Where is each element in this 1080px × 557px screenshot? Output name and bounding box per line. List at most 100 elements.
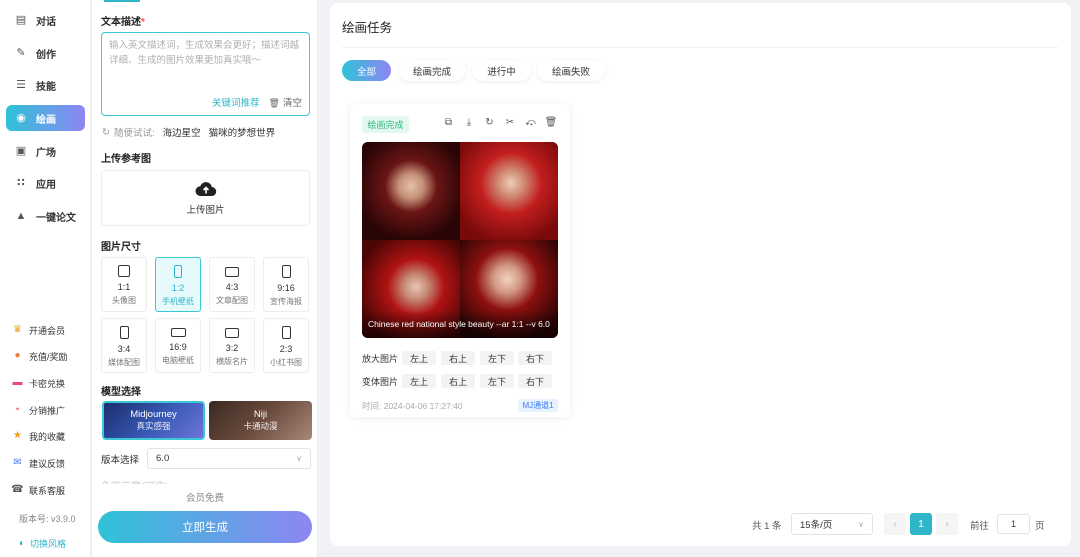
nav-item-square[interactable]: ▣ 广场 (6, 138, 85, 164)
clear-button[interactable]: 🗑 清空 (269, 96, 302, 111)
share-network-icon: ⋆ (14, 404, 21, 415)
variation-bottom-right-button[interactable]: 右下 (518, 374, 552, 388)
scissors-icon[interactable]: ✂ (504, 116, 517, 129)
size-ratio: 16:9 (169, 342, 187, 352)
crown-icon: ♛ (13, 324, 22, 335)
size-option-16-9[interactable]: 16:9 电脑壁纸 (155, 318, 201, 373)
nav-item-paper[interactable]: ▲ 一键论文 (6, 203, 85, 229)
copy-icon[interactable]: ⧉ (442, 116, 455, 129)
chevron-left-icon: ‹ (893, 518, 897, 530)
ratio-shape-icon (174, 265, 182, 278)
size-name: 宣传海报 (270, 297, 302, 306)
ratio-shape-icon (170, 328, 186, 337)
size-option-1-1[interactable]: 1:1 头像图 (101, 257, 147, 312)
size-option-2-3[interactable]: 2:3 小红书图 (263, 318, 309, 373)
upload-area[interactable]: 上传图片 (101, 170, 310, 226)
try-row: ↻ 随便试试: 海边星空 猫咪的梦想世界 (102, 125, 276, 140)
bottom-item-card[interactable]: ▬ 卡密兑换 (12, 375, 66, 391)
model-name: Midjourney (130, 409, 177, 420)
tab-failed[interactable]: 绘画失败 (537, 60, 605, 81)
model-option-niji[interactable]: Niji 卡通动漫 (209, 401, 312, 440)
size-name: 电脑壁纸 (162, 356, 194, 365)
nav-item-chat[interactable]: ▤ 对话 (6, 7, 85, 33)
main-content: 绘画任务 全部 绘画完成 进行中 绘画失败 绘画完成 ⧉ ⤓ ↻ ✂ ⤽ 🗑 C… (330, 3, 1071, 546)
model-option-midjourney[interactable]: Midjourney 真实感强 (102, 401, 205, 440)
prompt-textarea[interactable]: 输入英文描述词，生成效果会更好；描述词越详细、生成的图片效果更加真实哦～ 关键词… (101, 32, 310, 116)
version-label: 版本号: v3.9.0 (19, 514, 76, 524)
bottom-label: 分销推广 (29, 405, 66, 416)
ratio-shape-icon (225, 328, 239, 338)
tab-all[interactable]: 全部 (342, 60, 391, 81)
upscale-bottom-right-button[interactable]: 右下 (518, 351, 552, 365)
download-icon[interactable]: ⤓ (463, 116, 476, 129)
try-example[interactable]: 猫咪的梦想世界 (209, 125, 276, 139)
bottom-label: 充值/奖励 (29, 351, 68, 362)
prev-page-button[interactable]: ‹ (884, 513, 906, 535)
status-badge: 绘画完成 (362, 116, 409, 133)
theme-toggle[interactable]: ◐ 切换风格 (19, 537, 66, 550)
keyword-recommend-button[interactable]: 关键词推荐 (212, 96, 260, 111)
ratio-shape-icon (118, 265, 130, 277)
generated-image[interactable]: Chinese red national style beauty --ar 1… (362, 142, 558, 338)
theme-icon: ◐ (19, 538, 26, 549)
variation-top-right-button[interactable]: 右上 (441, 374, 475, 388)
bottom-item-recharge[interactable]: ● 充值/奖励 (12, 348, 68, 364)
size-option-9-16[interactable]: 9:16 宣传海报 (263, 257, 309, 312)
variation-bottom-left-button[interactable]: 左下 (480, 374, 514, 388)
scroll-tab-indicator (104, 0, 140, 2)
bottom-label: 卡密兑换 (29, 378, 66, 389)
member-free-label: 会员免费 (185, 493, 224, 504)
model-title: 模型选择 (101, 387, 141, 398)
generate-button[interactable]: 立即生成 (98, 511, 312, 543)
card-actions: ⧉ ⤓ ↻ ✂ ⤽ 🗑 (442, 116, 565, 129)
bottom-item-distribution[interactable]: ⋆ 分销推广 (12, 402, 65, 418)
size-option-1-2[interactable]: 1:2 手机壁纸 (155, 257, 201, 312)
skill-list-icon: ☰ (16, 78, 26, 91)
upscale-bottom-left-button[interactable]: 左下 (480, 351, 514, 365)
desc-title: 文本描述* (101, 13, 145, 28)
size-option-4-3[interactable]: 4:3 文章配图 (209, 257, 255, 312)
cloud-upload-icon (194, 182, 216, 197)
nav-item-apps[interactable]: ∷ 应用 (6, 170, 85, 196)
pen-icon: ✎ (16, 46, 26, 59)
bottom-label: 联系客服 (29, 485, 66, 496)
variation-top-left-button[interactable]: 左上 (402, 374, 436, 388)
ratio-shape-icon (119, 326, 129, 339)
prompt-placeholder: 输入英文描述词，生成效果会更好；描述词越详细、生成的图片效果更加真实哦～ (109, 40, 300, 66)
next-page-button[interactable]: › (936, 513, 958, 535)
page-title: 绘画任务 (342, 21, 393, 35)
upscale-top-right-button[interactable]: 右上 (441, 351, 475, 365)
share-icon[interactable]: ⤽ (524, 116, 537, 129)
bottom-item-feedback[interactable]: ✉ 建议反馈 (12, 455, 65, 471)
task-time: 时间: 2024-04-06 17:27:40 (362, 401, 463, 411)
tab-in-progress[interactable]: 进行中 (472, 60, 531, 81)
version-select[interactable]: 6.0 ∨ (147, 448, 312, 469)
page-size-select[interactable]: 15条/页 ∨ (791, 513, 873, 535)
nav-item-create[interactable]: ✎ 创作 (6, 40, 85, 66)
required-mark: * (141, 17, 145, 28)
bottom-item-favorites[interactable]: ★ 我的收藏 (12, 428, 65, 444)
ratio-shape-icon (281, 326, 291, 339)
trash-icon[interactable]: 🗑 (545, 116, 558, 129)
try-example[interactable]: 海边星空 (163, 125, 201, 139)
bottom-item-vip[interactable]: ♛ 开通会员 (12, 322, 65, 338)
card-icon: ▬ (12, 377, 23, 388)
upload-label: 上传图片 (186, 205, 225, 216)
nav-item-drawing[interactable]: ◉ 绘画 (6, 105, 85, 131)
upscale-top-left-button[interactable]: 左上 (402, 351, 436, 365)
nav-item-skills[interactable]: ☰ 技能 (6, 72, 85, 98)
bottom-item-service[interactable]: ☎ 联系客服 (11, 482, 66, 498)
try-label: 随便试试: (113, 128, 155, 139)
headset-icon: ☎ (11, 484, 24, 495)
size-ratio: 3:4 (117, 344, 131, 354)
divider (342, 47, 1058, 48)
page-size-value: 15条/页 (800, 520, 833, 531)
page-number-current[interactable]: 1 (910, 513, 932, 535)
tab-completed[interactable]: 绘画完成 (398, 60, 466, 81)
size-ratio: 9:16 (277, 283, 295, 293)
refresh-icon[interactable]: ↻ (102, 127, 110, 138)
size-option-3-2[interactable]: 3:2 横版名片 (209, 318, 255, 373)
refresh-icon[interactable]: ↻ (483, 116, 496, 129)
goto-page-input[interactable]: 1 (997, 514, 1030, 534)
size-option-3-4[interactable]: 3:4 媒体配图 (101, 318, 147, 373)
